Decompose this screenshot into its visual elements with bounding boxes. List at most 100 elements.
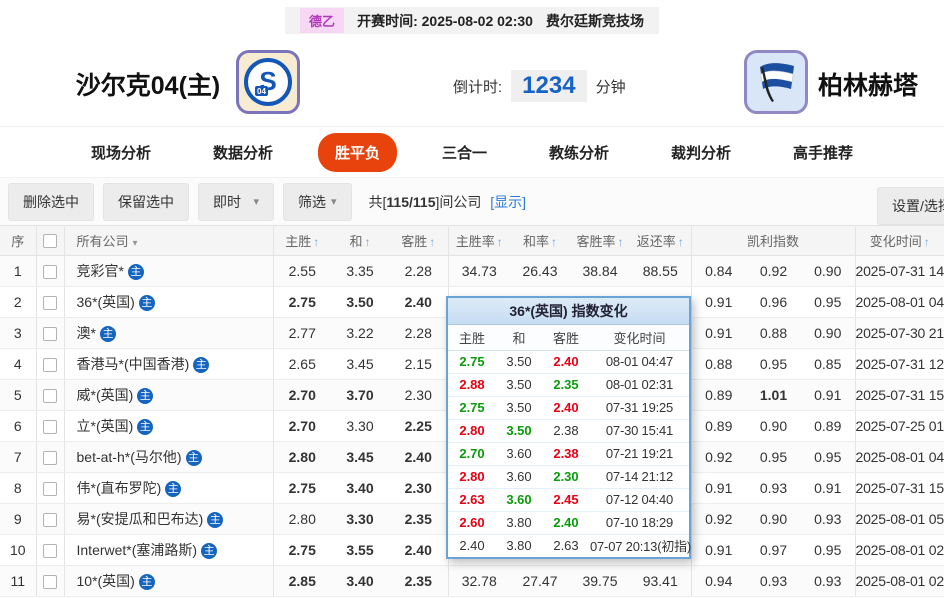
tab-3[interactable]: 胜平负	[317, 132, 397, 172]
odds-draw-cell[interactable]: 3.50	[331, 286, 389, 318]
col-home-win-sort[interactable]: 主胜 ↑	[272, 225, 331, 256]
col-away-rate-sort[interactable]: 客胜率 ↑	[570, 225, 630, 256]
odds-home-cell[interactable]: 2.80	[272, 503, 331, 535]
live-odds-select[interactable]: 即时 ▾	[198, 182, 274, 221]
col-draw-sort[interactable]: 和 ↑	[331, 225, 389, 256]
kelly-draw-cell: 0.96	[746, 286, 801, 318]
odds-away-cell[interactable]: 2.40	[389, 534, 448, 566]
odds-draw-cell[interactable]: 3.70	[331, 379, 389, 411]
change-time: 2025-07-30 21:38	[854, 317, 944, 349]
select-all-checkbox[interactable]	[43, 234, 57, 249]
row-checkbox[interactable]	[43, 358, 57, 373]
col-draw-rate-sort[interactable]: 和率 ↑	[510, 225, 570, 256]
odds-home-cell[interactable]: 2.85	[272, 565, 331, 597]
odds-draw-cell[interactable]: 3.45	[331, 441, 389, 473]
tab-4[interactable]: 三合一	[425, 133, 504, 172]
odds-away-cell[interactable]: 2.35	[389, 503, 448, 535]
company-cell[interactable]: 易*(安提瓜和巴布达) 主	[63, 503, 273, 535]
company-cell[interactable]: 10*(英国) 主	[63, 565, 273, 597]
company-cell[interactable]: 36*(英国) 主	[63, 286, 273, 318]
col-company[interactable]: 所有公司 ▾	[63, 225, 273, 256]
filter-dropdown[interactable]: 筛选 ▾	[283, 182, 352, 221]
change-time: 2025-08-01 02:33	[854, 565, 944, 597]
popup-home-odds: 2.75	[448, 396, 496, 420]
row-index: 11	[0, 565, 36, 597]
col-home-rate-sort[interactable]: 主胜率 ↑	[447, 225, 510, 256]
odds-away-cell[interactable]: 2.25	[389, 410, 448, 442]
kelly-away-cell: 0.93	[801, 503, 855, 535]
odds-away-cell[interactable]: 2.40	[389, 286, 448, 318]
odds-draw-cell[interactable]: 3.22	[331, 317, 389, 349]
odds-home-cell[interactable]: 2.75	[272, 472, 331, 504]
odds-draw-cell[interactable]: 3.30	[331, 503, 389, 535]
odds-home-cell[interactable]: 2.80	[272, 441, 331, 473]
odds-away-cell[interactable]: 2.35	[389, 565, 448, 597]
odds-away-cell[interactable]: 2.30	[389, 379, 448, 411]
odds-away-cell[interactable]: 2.40	[389, 441, 448, 473]
row-checkbox[interactable]	[43, 482, 57, 497]
row-checkbox[interactable]	[43, 513, 57, 528]
odds-home-cell[interactable]: 2.70	[272, 379, 331, 411]
row-checkbox[interactable]	[43, 265, 57, 280]
col-change-time-sort[interactable]: 变化时间 ↑	[854, 225, 944, 256]
popup-header-row: 主胜 和 客胜 变化时间	[448, 325, 689, 351]
company-cell[interactable]: Interwet*(塞浦路斯) 主	[63, 534, 273, 566]
row-checkbox[interactable]	[43, 575, 57, 590]
odds-home-cell[interactable]: 2.75	[272, 534, 331, 566]
kelly-draw-cell: 0.95	[746, 348, 801, 380]
popup-row: 2.70 3.60 2.38 07-21 19:21	[448, 442, 689, 466]
company-name: 10*(英国)	[76, 573, 135, 589]
company-cell[interactable]: 威*(英国) 主	[63, 379, 273, 411]
tab-2[interactable]: 数据分析	[196, 133, 290, 172]
company-name: 36*(英国)	[76, 294, 135, 310]
odds-home-cell[interactable]: 2.65	[272, 348, 331, 380]
delete-selected-button[interactable]: 删除选中	[8, 182, 94, 221]
company-name: 易*(安提瓜和巴布达)	[76, 511, 204, 527]
odds-draw-cell[interactable]: 3.40	[331, 472, 389, 504]
keep-selected-button[interactable]: 保留选中	[103, 182, 189, 221]
popup-change-time: 07-12 04:40	[590, 488, 689, 512]
settings-select-button[interactable]: 设置/选择	[877, 187, 944, 225]
col-away-win-sort[interactable]: 客胜 ↑	[389, 225, 448, 256]
odds-away-cell[interactable]: 2.15	[389, 348, 448, 380]
popup-change-time: 07-10 18:29	[590, 511, 689, 535]
company-cell[interactable]: 竞彩官* 主	[63, 255, 273, 287]
popup-change-time: 07-21 19:21	[590, 442, 689, 466]
popup-away-odds: 2.40	[542, 396, 590, 420]
row-checkbox[interactable]	[43, 327, 57, 342]
company-cell[interactable]: 香港马*(中国香港) 主	[63, 348, 273, 380]
odds-draw-cell[interactable]: 3.35	[331, 255, 389, 287]
popup-draw-odds: 3.80	[506, 538, 532, 554]
company-cell[interactable]: bet-at-h*(马尔他) 主	[63, 441, 273, 473]
odds-draw-cell[interactable]: 3.55	[331, 534, 389, 566]
main-company-badge-icon: 主	[138, 295, 155, 311]
company-cell[interactable]: 澳* 主	[63, 317, 273, 349]
odds-home-cell[interactable]: 2.77	[272, 317, 331, 349]
tab-7[interactable]: 高手推荐	[776, 133, 870, 172]
row-checkbox[interactable]	[43, 544, 57, 559]
odds-draw-cell[interactable]: 3.40	[331, 565, 389, 597]
tab-6[interactable]: 裁判分析	[654, 133, 748, 172]
odds-draw-cell[interactable]: 3.45	[331, 348, 389, 380]
odds-draw-cell[interactable]: 3.30	[331, 410, 389, 442]
company-cell[interactable]: 立*(英国) 主	[63, 410, 273, 442]
odds-away-cell[interactable]: 2.30	[389, 472, 448, 504]
row-checkbox[interactable]	[43, 389, 57, 404]
table-row: 1 竞彩官* 主 2.55 3.35 2.28 34.73 26.43 38.84…	[0, 255, 944, 287]
tab-5[interactable]: 教练分析	[532, 133, 626, 172]
show-link[interactable]: [显示]	[490, 194, 526, 210]
row-checkbox[interactable]	[43, 451, 57, 466]
company-cell[interactable]: 伟*(直布罗陀) 主	[63, 472, 273, 504]
odds-home-cell[interactable]: 2.75	[272, 286, 331, 318]
odds-away-cell[interactable]: 2.28	[389, 255, 448, 287]
sort-asc-icon: ↑	[429, 235, 436, 249]
col-return-rate-sort[interactable]: 返还率 ↑	[630, 225, 691, 256]
row-checkbox[interactable]	[43, 296, 57, 311]
tab-1[interactable]: 现场分析	[74, 133, 168, 172]
odds-away-cell[interactable]: 2.28	[389, 317, 448, 349]
odds-home-cell[interactable]: 2.70	[272, 410, 331, 442]
row-checkbox[interactable]	[43, 420, 57, 435]
kelly-draw-cell: 0.97	[746, 534, 801, 566]
odds-home-cell[interactable]: 2.55	[272, 255, 331, 287]
hertha-flag-icon	[760, 63, 794, 102]
